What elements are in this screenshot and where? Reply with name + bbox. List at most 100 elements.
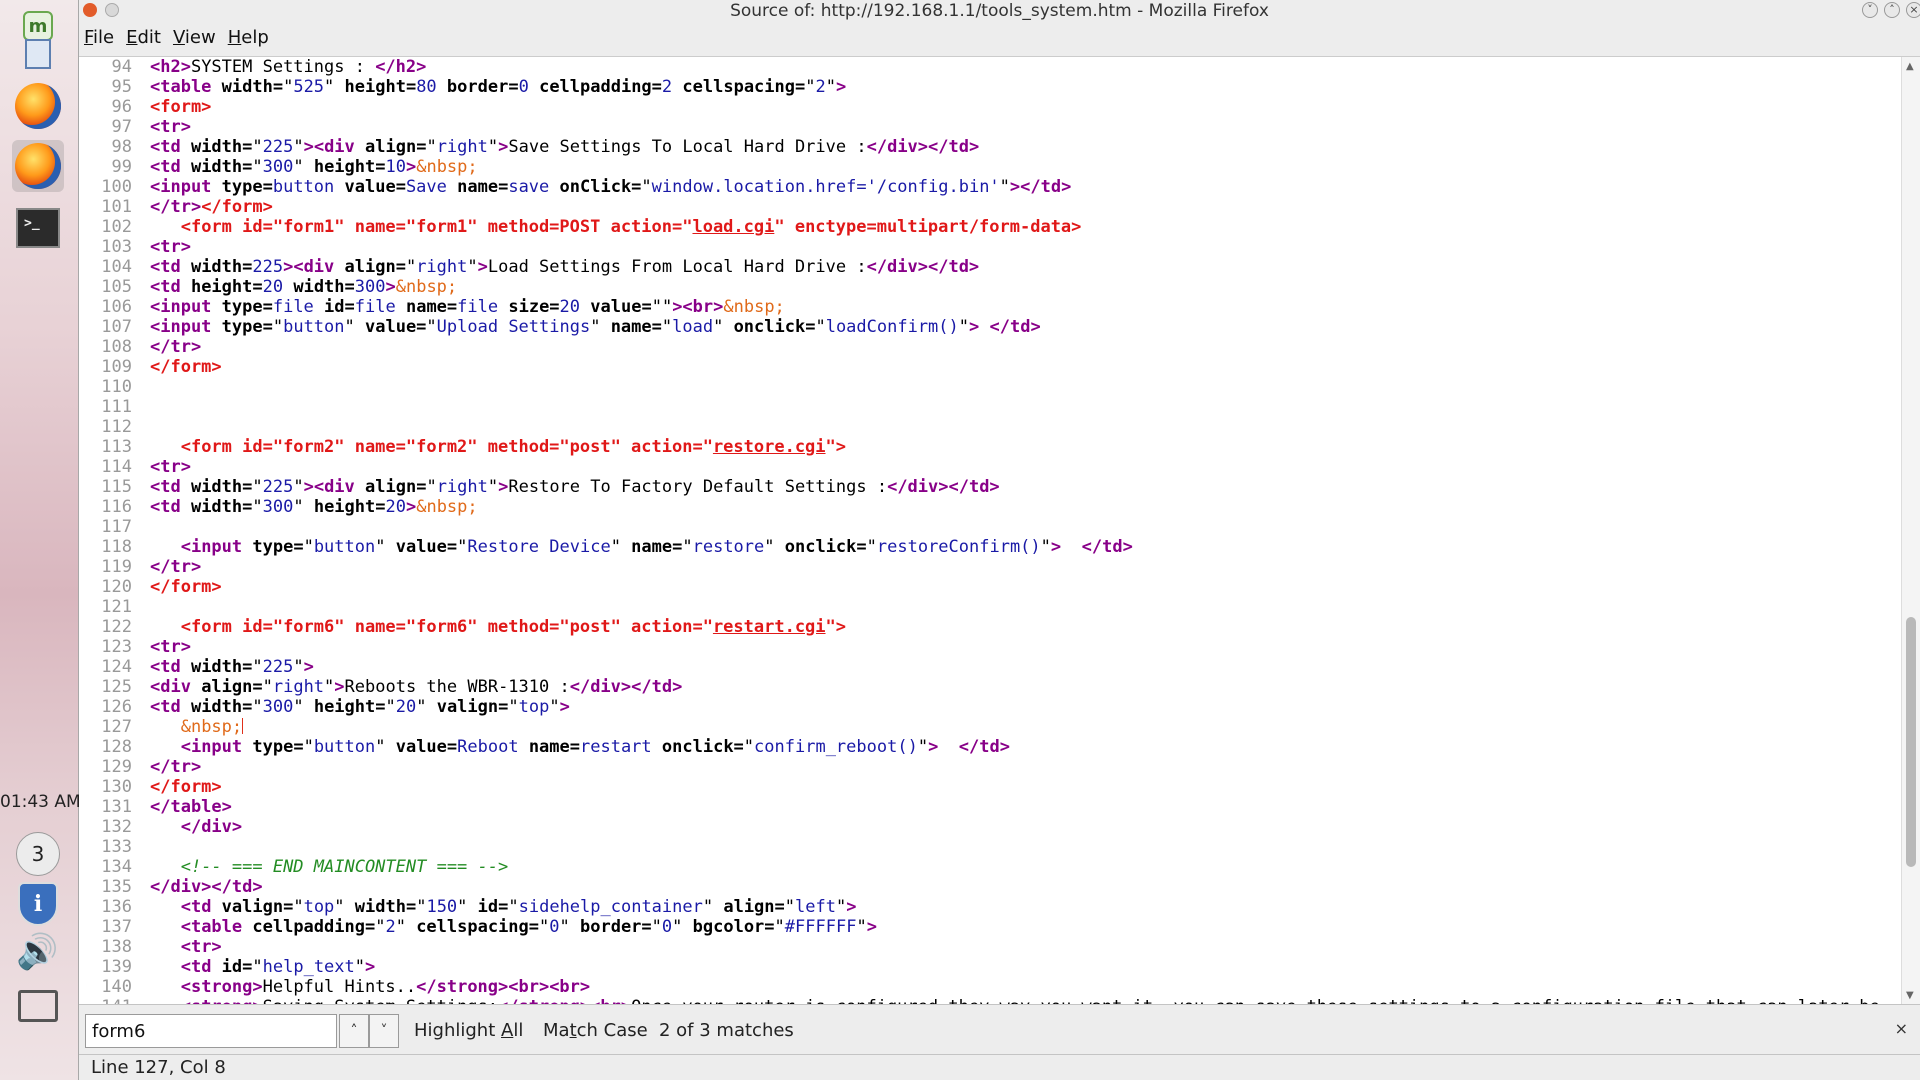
source-line: 139 <td id="help_text"> <box>79 957 1901 977</box>
line-text: <td valign="top" width="150" id="sidehel… <box>180 897 857 917</box>
page-source-view[interactable]: 94 <h2>SYSTEM Settings : </h2> 95 <table wi… <box>79 56 1920 1004</box>
line-number: 115 <box>101 477 132 497</box>
source-line: 94 <h2>SYSTEM Settings : </h2> <box>79 57 1901 77</box>
line-text <box>132 837 150 857</box>
firefox-active-icon[interactable] <box>12 140 64 192</box>
source-code[interactable]: 94 <h2>SYSTEM Settings : </h2> 95 <table wi… <box>79 57 1901 1004</box>
line-number: 107 <box>101 317 132 337</box>
close-findbar-icon[interactable]: × <box>1895 1019 1908 1038</box>
line-text: <input type=file id=file name=file size=… <box>150 297 785 317</box>
line-number: 133 <box>101 837 132 857</box>
source-line: 96 <form> <box>79 97 1901 117</box>
source-line: 131 </table> <box>79 797 1901 817</box>
menu-view[interactable]: View <box>173 27 216 48</box>
line-number: 123 <box>101 637 132 657</box>
network-icon[interactable] <box>18 990 58 1022</box>
match-case-button[interactable]: Match Case <box>543 1020 648 1041</box>
line-number: 121 <box>101 597 132 617</box>
volume-icon[interactable]: 🔊 <box>16 932 58 972</box>
line-number: 98 <box>111 137 132 157</box>
firefox-window: Source of: http://192.168.1.1/tools_syst… <box>79 0 1920 1080</box>
find-previous-button[interactable]: ˄ <box>339 1014 369 1048</box>
line-number: 114 <box>101 457 132 477</box>
source-line: 108 </tr> <box>79 337 1901 357</box>
line-text: <h2>SYSTEM Settings : </h2> <box>150 57 427 77</box>
line-number: 130 <box>101 777 132 797</box>
scroll-down-icon[interactable]: ▼ <box>1906 990 1914 1001</box>
highlight-all-button[interactable]: Highlight All <box>414 1020 523 1041</box>
line-number: 126 <box>101 697 132 717</box>
line-text: <strong>Helpful Hints..</strong><br><br> <box>180 977 591 997</box>
scrollbar-thumb[interactable] <box>1906 617 1916 867</box>
source-line: 102 <form id="form1" name="form1" method… <box>79 217 1901 237</box>
vertical-scrollbar[interactable]: ▲ ▼ <box>1901 57 1920 1004</box>
line-text: <strong>Saving System Settings:</strong>… <box>132 997 1880 1004</box>
source-line: 126 <td width="300" height="20" valign="t… <box>79 697 1901 717</box>
title-bar[interactable]: Source of: http://192.168.1.1/tools_syst… <box>79 0 1920 22</box>
scroll-up-icon[interactable]: ▲ <box>1906 61 1914 72</box>
source-line: 141 <strong>Saving System Settings:</str… <box>79 997 1901 1004</box>
clock[interactable]: 01:43 AM <box>0 792 81 812</box>
minimize-icon[interactable]: ˅ <box>1862 2 1878 18</box>
line-number: 109 <box>101 357 132 377</box>
line-text: <tr> <box>150 637 191 657</box>
source-line: 121 <box>79 597 1901 617</box>
close-window-icon[interactable]: × <box>1906 2 1920 18</box>
source-line: 134 <!-- === END MAINCONTENT === --> <box>79 857 1901 877</box>
line-text: <!-- === END MAINCONTENT === --> <box>180 857 509 877</box>
menu-edit[interactable]: Edit <box>126 27 161 48</box>
line-text <box>132 417 150 437</box>
line-text: <td width="225"><div align="right">Resto… <box>150 477 1000 497</box>
line-number: 101 <box>101 197 132 217</box>
line-text: <td width="225"><div align="right">Save … <box>150 137 980 157</box>
source-line: 129 </tr> <box>79 757 1901 777</box>
line-text: <div align="right">Reboots the WBR-1310 … <box>150 677 683 697</box>
source-line: 133 <box>79 837 1901 857</box>
line-text: <input type="button" value="Upload Setti… <box>150 317 1041 337</box>
line-number: 100 <box>101 177 132 197</box>
line-text <box>132 397 150 417</box>
line-number: 128 <box>101 737 132 757</box>
line-number: 134 <box>101 857 132 877</box>
line-number: 140 <box>101 977 132 997</box>
terminal-icon[interactable]: >_ <box>12 202 64 254</box>
update-manager-shield-icon[interactable]: i <box>18 882 58 926</box>
workspace-switcher[interactable]: 3 <box>16 832 60 876</box>
line-number: 108 <box>101 337 132 357</box>
find-status: 2 of 3 matches <box>659 1020 794 1041</box>
file-manager-icon[interactable] <box>12 28 64 80</box>
source-line: 112 <box>79 417 1901 437</box>
line-text: <form id="form6" name="form6" method="po… <box>180 617 847 637</box>
find-input[interactable] <box>85 1014 337 1048</box>
menu-help[interactable]: Help <box>228 27 269 48</box>
line-text: <input type="button" value="Restore Devi… <box>180 537 1133 557</box>
find-next-button[interactable]: ˅ <box>369 1014 399 1048</box>
line-number: 118 <box>101 537 132 557</box>
source-line: 106 <input type=file id=file name=file si… <box>79 297 1901 317</box>
line-number: 97 <box>111 117 132 137</box>
source-line: 109 </form> <box>79 357 1901 377</box>
find-bar: ˄ ˅ Highlight All Match Case 2 of 3 matc… <box>79 1004 1920 1054</box>
line-number: 94 <box>111 57 132 77</box>
source-line: 140 <strong>Helpful Hints..</strong><br>… <box>79 977 1901 997</box>
line-number: 112 <box>101 417 132 437</box>
line-text: <td id="help_text"> <box>180 957 376 977</box>
source-line: 138 <tr> <box>79 937 1901 957</box>
source-line: 136 <td valign="top" width="150" id="sid… <box>79 897 1901 917</box>
line-number: 104 <box>101 257 132 277</box>
source-line: 125 <div align="right">Reboots the WBR-13… <box>79 677 1901 697</box>
line-number: 125 <box>101 677 132 697</box>
line-text: </tr> <box>150 557 202 577</box>
line-text: <tr> <box>180 937 222 957</box>
menu-file[interactable]: File <box>84 27 114 48</box>
source-line: 114 <tr> <box>79 457 1901 477</box>
firefox-icon[interactable] <box>12 80 64 132</box>
source-line: 107 <input type="button" value="Upload Se… <box>79 317 1901 337</box>
line-number: 103 <box>101 237 132 257</box>
line-number: 138 <box>101 937 132 957</box>
maximize-icon[interactable]: ˄ <box>1884 2 1900 18</box>
line-text: <td width="300" height="20" valign="top"… <box>150 697 570 717</box>
line-number: 111 <box>101 397 132 417</box>
line-text: <td width="300" height=20>&nbsp; <box>150 497 478 517</box>
line-text: <input type="button" value=Reboot name=r… <box>180 737 1010 757</box>
